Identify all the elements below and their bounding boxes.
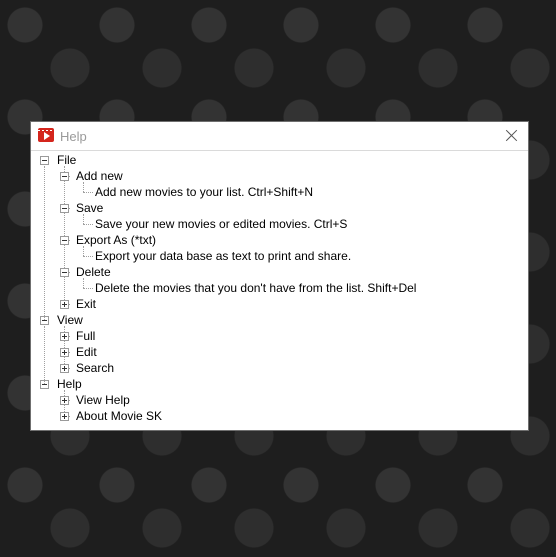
close-button[interactable] bbox=[502, 126, 522, 146]
tree-label-view-help[interactable]: View Help bbox=[74, 392, 132, 408]
title-bar[interactable]: Help bbox=[31, 122, 528, 151]
tree-label-help[interactable]: Help bbox=[55, 376, 84, 392]
collapse-toggle-icon[interactable] bbox=[60, 172, 69, 181]
tree-connector bbox=[83, 224, 93, 225]
tree-connector bbox=[83, 246, 84, 256]
collapse-toggle-icon[interactable] bbox=[60, 204, 69, 213]
expand-toggle-icon[interactable] bbox=[60, 412, 69, 421]
tree-connector bbox=[44, 326, 45, 384]
tree-connector bbox=[83, 214, 84, 224]
collapse-toggle-icon[interactable] bbox=[60, 236, 69, 245]
tree-label-about[interactable]: About Movie SK bbox=[74, 408, 164, 424]
tree-label-export-as[interactable]: Export As (*txt) bbox=[74, 232, 158, 248]
expand-toggle-icon[interactable] bbox=[60, 300, 69, 309]
tree-label-search[interactable]: Search bbox=[74, 360, 116, 376]
tree-connector bbox=[64, 166, 65, 304]
tree-connector bbox=[83, 256, 93, 257]
tree-label-add-new[interactable]: Add new bbox=[74, 168, 125, 184]
tree-connector bbox=[83, 182, 84, 192]
expand-toggle-icon[interactable] bbox=[60, 396, 69, 405]
tree-label-file[interactable]: File bbox=[55, 152, 78, 168]
tree-label-save[interactable]: Save bbox=[74, 200, 105, 216]
expand-toggle-icon[interactable] bbox=[60, 348, 69, 357]
tree-label-delete-description[interactable]: Delete the movies that you don't have fr… bbox=[93, 280, 418, 296]
tree-connector bbox=[83, 192, 93, 193]
help-window: Help File View Help Add new Add new movi… bbox=[30, 121, 529, 431]
expand-toggle-icon[interactable] bbox=[60, 332, 69, 341]
tree-label-full[interactable]: Full bbox=[74, 328, 97, 344]
tree-label-edit[interactable]: Edit bbox=[74, 344, 99, 360]
expand-toggle-icon[interactable] bbox=[60, 364, 69, 373]
tree-label-delete[interactable]: Delete bbox=[74, 264, 113, 280]
tree-connector bbox=[83, 278, 84, 288]
tree-label-save-description[interactable]: Save your new movies or edited movies. C… bbox=[93, 216, 349, 232]
help-tree[interactable]: File View Help Add new Add new movies to… bbox=[31, 151, 528, 430]
tree-connector bbox=[44, 166, 45, 320]
tree-label-add-new-description[interactable]: Add new movies to your list. Ctrl+Shift+… bbox=[93, 184, 315, 200]
tree-connector bbox=[83, 288, 93, 289]
tree-label-exit[interactable]: Exit bbox=[74, 296, 98, 312]
collapse-toggle-icon[interactable] bbox=[60, 268, 69, 277]
window-title: Help bbox=[60, 129, 87, 144]
collapse-toggle-icon[interactable] bbox=[40, 156, 49, 165]
tree-label-view[interactable]: View bbox=[55, 312, 85, 328]
movie-clapper-icon bbox=[38, 128, 54, 142]
tree-label-export-description[interactable]: Export your data base as text to print a… bbox=[93, 248, 353, 264]
